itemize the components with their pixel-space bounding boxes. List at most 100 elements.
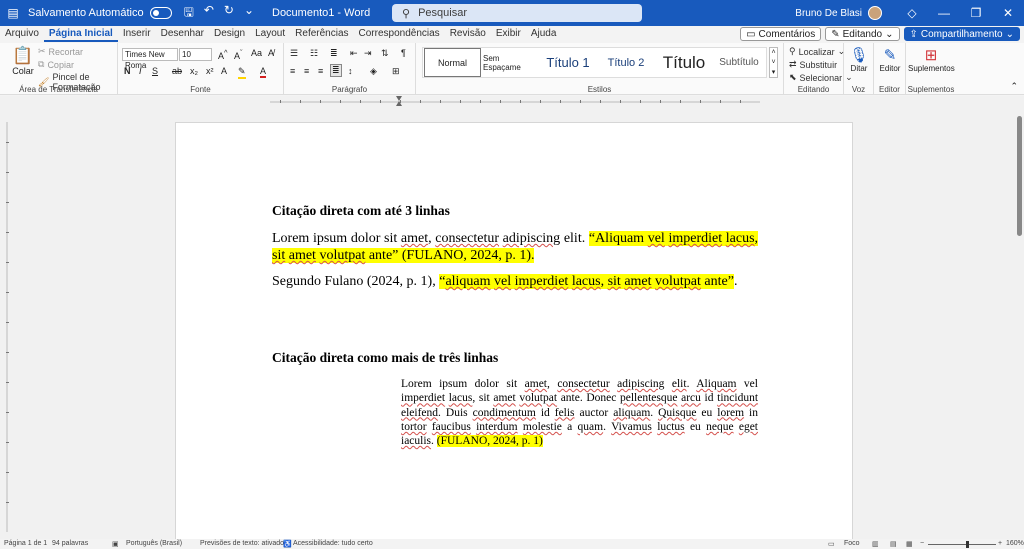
underline-icon[interactable]: S (152, 66, 158, 76)
word-count[interactable]: 94 palavras (52, 540, 88, 547)
document-canvas[interactable]: Citação direta com até 3 linhas Lorem ip… (0, 96, 1024, 539)
font-color-icon[interactable]: A (260, 66, 267, 78)
grow-font-icon[interactable]: A^ (218, 48, 228, 61)
style-subtitle[interactable]: Subtítulo (714, 48, 764, 77)
zoom-in-icon[interactable]: + (998, 540, 1002, 547)
subscript-icon[interactable]: x₂ (190, 66, 198, 76)
replace-button[interactable]: ⇄ Substituir (789, 59, 837, 70)
zoom-level[interactable]: 160% (1006, 540, 1024, 547)
proofing-icon[interactable]: ▣ (112, 540, 119, 548)
more-styles-icon[interactable]: ▾ (770, 68, 777, 78)
style-heading1[interactable]: Título 1 (539, 48, 597, 77)
redo-icon[interactable]: ↻ (224, 3, 234, 24)
read-mode-icon[interactable]: ▥ (872, 540, 879, 548)
accessibility-status[interactable]: Acessibilidade: tudo certo (293, 540, 373, 547)
increase-indent-icon[interactable]: ⇥ (364, 48, 372, 59)
align-center-icon[interactable]: ≡ (304, 66, 309, 76)
zoom-slider[interactable] (928, 544, 996, 545)
align-right-icon[interactable]: ≡ (318, 66, 323, 76)
web-layout-icon[interactable]: ▦ (906, 540, 913, 548)
addins-button[interactable]: ⊞ Suplementos (908, 46, 955, 73)
superscript-icon[interactable]: x² (206, 66, 214, 76)
highlight-icon[interactable]: ✎ (238, 66, 246, 79)
styles-scroll[interactable]: ˄ ˅ ▾ (769, 47, 778, 78)
tab-revisao[interactable]: Revisão (445, 26, 491, 42)
tab-correspondencias[interactable]: Correspondências (354, 26, 445, 42)
system-menu-icon[interactable]: ▤ (0, 0, 26, 26)
focus-button[interactable]: Foco (844, 540, 860, 547)
tab-inserir[interactable]: Inserir (118, 26, 156, 42)
vertical-ruler[interactable] (3, 122, 11, 532)
page-count[interactable]: Página 1 de 1 (4, 540, 47, 547)
avatar[interactable] (868, 6, 882, 20)
tab-desenhar[interactable]: Desenhar (156, 26, 209, 42)
chevron-down-icon[interactable]: ˅ (770, 58, 777, 68)
font-size-select[interactable]: 10 (179, 48, 212, 61)
line-spacing-icon[interactable]: ↕ (348, 66, 353, 76)
tab-ajuda[interactable]: Ajuda (526, 26, 562, 42)
tab-referencias[interactable]: Referências (290, 26, 353, 42)
sort-icon[interactable]: ⇅ (381, 48, 389, 59)
text-run: adipiscing (617, 378, 665, 390)
chevron-up-icon[interactable]: ˄ (770, 48, 777, 58)
cut-button[interactable]: ✂ Recortar (38, 46, 83, 57)
language-status[interactable]: Português (Brasil) (126, 540, 182, 547)
find-button[interactable]: ⚲ Localizar ⌄ (789, 46, 845, 57)
zoom-slider-handle[interactable] (966, 541, 969, 548)
share-button[interactable]: ⇪ Compartilhamento ⌄ (903, 27, 1020, 41)
collapse-ribbon-icon[interactable]: ⌃ (1010, 81, 1018, 92)
tab-layout[interactable]: Layout (250, 26, 290, 42)
align-left-icon[interactable]: ≡ (290, 66, 295, 76)
voice-group: 🎙 Ditar Voz (844, 43, 874, 95)
vertical-scrollbar[interactable] (1017, 116, 1022, 236)
comments-button[interactable]: ▭ Comentários (740, 27, 822, 41)
predictions-status[interactable]: Previsões de texto: ativado (200, 540, 284, 547)
tab-arquivo[interactable]: Arquivo (0, 26, 44, 42)
shading-icon[interactable]: ◈ (370, 66, 377, 77)
editing-mode-button[interactable]: ✎ Editando ⌄ (825, 27, 900, 41)
maximize-button[interactable]: ❐ (960, 6, 992, 20)
style-normal[interactable]: Normal (424, 48, 481, 77)
autosave-toggle[interactable] (149, 7, 172, 19)
editor-button[interactable]: ✎ Editor (877, 46, 903, 73)
multilevel-list-icon[interactable]: ≣ (330, 48, 338, 59)
numbering-icon[interactable]: ☷ (310, 48, 318, 59)
search-box[interactable]: ⚲ Pesquisar (392, 4, 642, 22)
document-page[interactable]: Citação direta com até 3 linhas Lorem ip… (175, 122, 853, 539)
shrink-font-icon[interactable]: Aˇ (234, 48, 243, 61)
copy-button[interactable]: ⧉ Copiar (38, 59, 74, 70)
pilcrow-icon[interactable]: ¶ (401, 48, 406, 58)
dictate-button[interactable]: 🎙 Ditar (847, 46, 871, 73)
print-layout-icon[interactable]: ▤ (890, 540, 897, 548)
bullets-icon[interactable]: ☰ (290, 48, 298, 59)
tab-exibir[interactable]: Exibir (491, 26, 526, 42)
change-case-icon[interactable]: Aa (251, 48, 262, 58)
customize-qa-icon[interactable]: ⌄ (244, 3, 254, 24)
minimize-button[interactable]: — (928, 6, 960, 20)
save-icon[interactable]: 🖫 (184, 3, 194, 24)
style-title[interactable]: Título (655, 48, 713, 77)
decrease-indent-icon[interactable]: ⇤ (350, 48, 358, 59)
clear-format-icon[interactable]: A̸ (268, 48, 274, 58)
accessibility-icon[interactable]: ♿ (283, 540, 292, 548)
italic-icon[interactable]: I (139, 66, 142, 76)
style-heading2[interactable]: Título 2 (598, 48, 654, 77)
autosave-control[interactable]: Salvamento Automático (28, 7, 172, 19)
undo-icon[interactable]: ↶ (204, 3, 214, 24)
horizontal-ruler[interactable] (270, 96, 760, 106)
text-effects-icon[interactable]: A (221, 66, 227, 76)
zoom-out-icon[interactable]: − (920, 540, 924, 547)
paste-button[interactable]: 📋 Colar (12, 46, 34, 76)
focus-icon[interactable]: ▭ (828, 540, 835, 548)
tab-pagina-inicial[interactable]: Página Inicial (43, 26, 118, 42)
justify-icon[interactable]: ≣ (330, 64, 342, 77)
borders-icon[interactable]: ⊞ (392, 66, 400, 77)
close-button[interactable]: ✕ (992, 6, 1024, 20)
bold-icon[interactable]: N (124, 66, 131, 76)
style-no-spacing[interactable]: Sem Espaçame (483, 48, 538, 77)
strikethrough-icon[interactable]: ab (172, 66, 182, 76)
font-family-select[interactable]: Times New Roma (122, 48, 178, 70)
user-name[interactable]: Bruno De Blasi (795, 8, 862, 19)
tab-design[interactable]: Design (209, 26, 250, 42)
diamond-icon[interactable]: ◇ (896, 6, 928, 20)
